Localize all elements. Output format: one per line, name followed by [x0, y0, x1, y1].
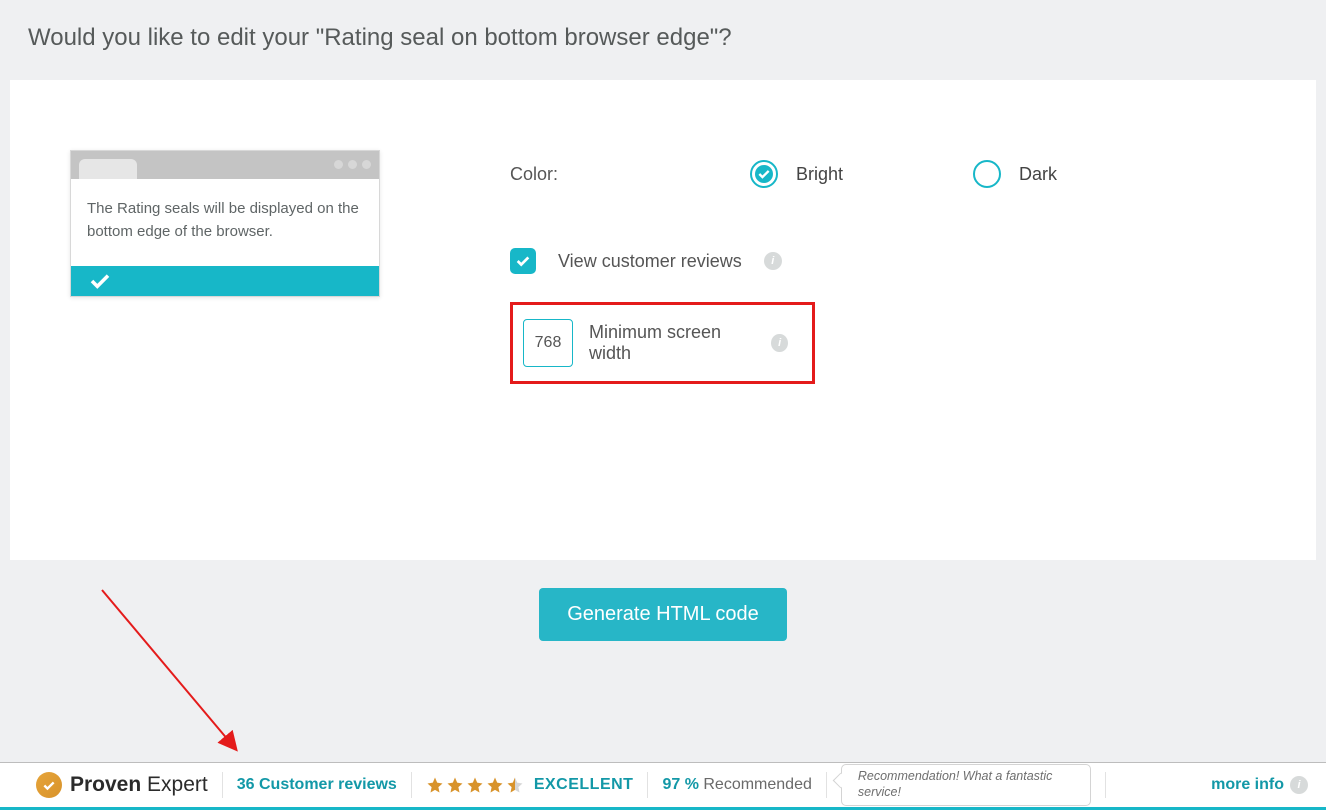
action-panel: Generate HTML code	[10, 560, 1316, 669]
divider	[647, 772, 648, 798]
info-icon: i	[1290, 776, 1308, 794]
star-rating: EXCELLENT	[426, 776, 634, 794]
checkmark-icon	[515, 255, 531, 267]
radio-bright-label: Bright	[796, 164, 843, 185]
window-controls-icon	[334, 160, 371, 169]
brand-logo[interactable]: Proven Expert	[36, 772, 208, 798]
view-reviews-checkbox[interactable]	[510, 248, 536, 274]
min-width-row: Minimum screen width i	[510, 302, 815, 384]
info-icon[interactable]: i	[771, 334, 788, 352]
min-width-input[interactable]	[523, 319, 573, 367]
rating-label: EXCELLENT	[534, 776, 634, 794]
radio-dark-label: Dark	[1019, 164, 1057, 185]
view-reviews-row: View customer reviews i	[510, 248, 1256, 274]
radio-dark[interactable]: Dark	[973, 160, 1057, 188]
brand-text: Proven Expert	[70, 773, 208, 797]
color-radio-group: Bright Dark	[750, 160, 1057, 188]
radio-indicator-icon	[750, 160, 778, 188]
radio-bright[interactable]: Bright	[750, 160, 843, 188]
divider	[1105, 772, 1106, 798]
page-header: Would you like to edit your "Rating seal…	[0, 0, 1326, 80]
color-setting-row: Color: Bright Dark	[510, 160, 1256, 188]
preview-text: The Rating seals will be displayed on th…	[71, 179, 379, 266]
more-info-label: more info	[1211, 776, 1284, 794]
divider	[411, 772, 412, 798]
reviews-link[interactable]: 36 Customer reviews	[237, 776, 397, 794]
preview-column: The Rating seals will be displayed on th…	[70, 150, 390, 480]
settings-panel: The Rating seals will be displayed on th…	[10, 80, 1316, 560]
generate-button[interactable]: Generate HTML code	[539, 588, 787, 641]
more-info-link[interactable]: more info i	[1211, 776, 1308, 794]
stars-icon	[426, 776, 524, 794]
info-icon[interactable]: i	[764, 252, 782, 270]
min-width-label: Minimum screen width	[589, 322, 755, 364]
testimonial-bubble: Recommendation! What a fantastic service…	[841, 764, 1091, 805]
brand-badge-icon	[36, 772, 62, 798]
view-reviews-label: View customer reviews	[558, 251, 742, 272]
browser-tab-shape	[79, 159, 137, 179]
radio-indicator-icon	[973, 160, 1001, 188]
page-title: Would you like to edit your "Rating seal…	[28, 24, 1298, 52]
preview-seal-bar	[71, 266, 379, 296]
color-label: Color:	[510, 164, 710, 185]
divider	[826, 772, 827, 798]
settings-column: Color: Bright Dark View custo	[510, 150, 1256, 480]
browser-chrome	[71, 151, 379, 179]
rating-seal-bar: Proven Expert 36 Customer reviews EXCELL…	[0, 762, 1326, 810]
divider	[222, 772, 223, 798]
checkmark-icon	[89, 273, 111, 289]
recommended-text: 97 % Recommended	[662, 776, 811, 794]
browser-preview: The Rating seals will be displayed on th…	[70, 150, 380, 297]
